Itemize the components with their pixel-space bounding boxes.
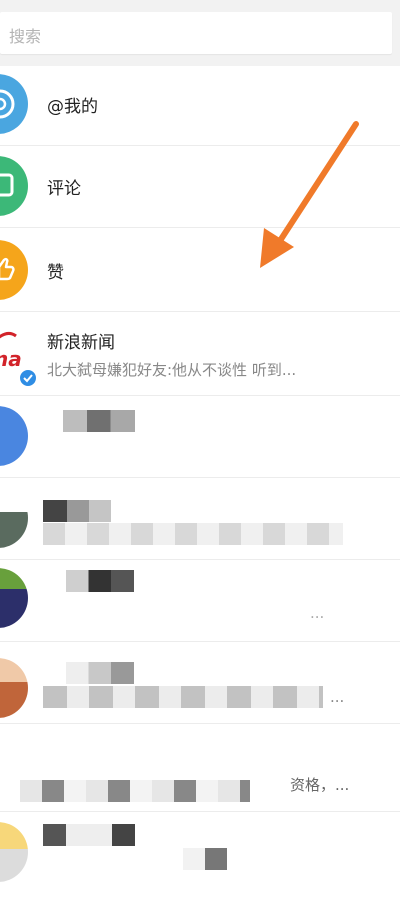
- annotation-arrow-icon: [260, 121, 359, 268]
